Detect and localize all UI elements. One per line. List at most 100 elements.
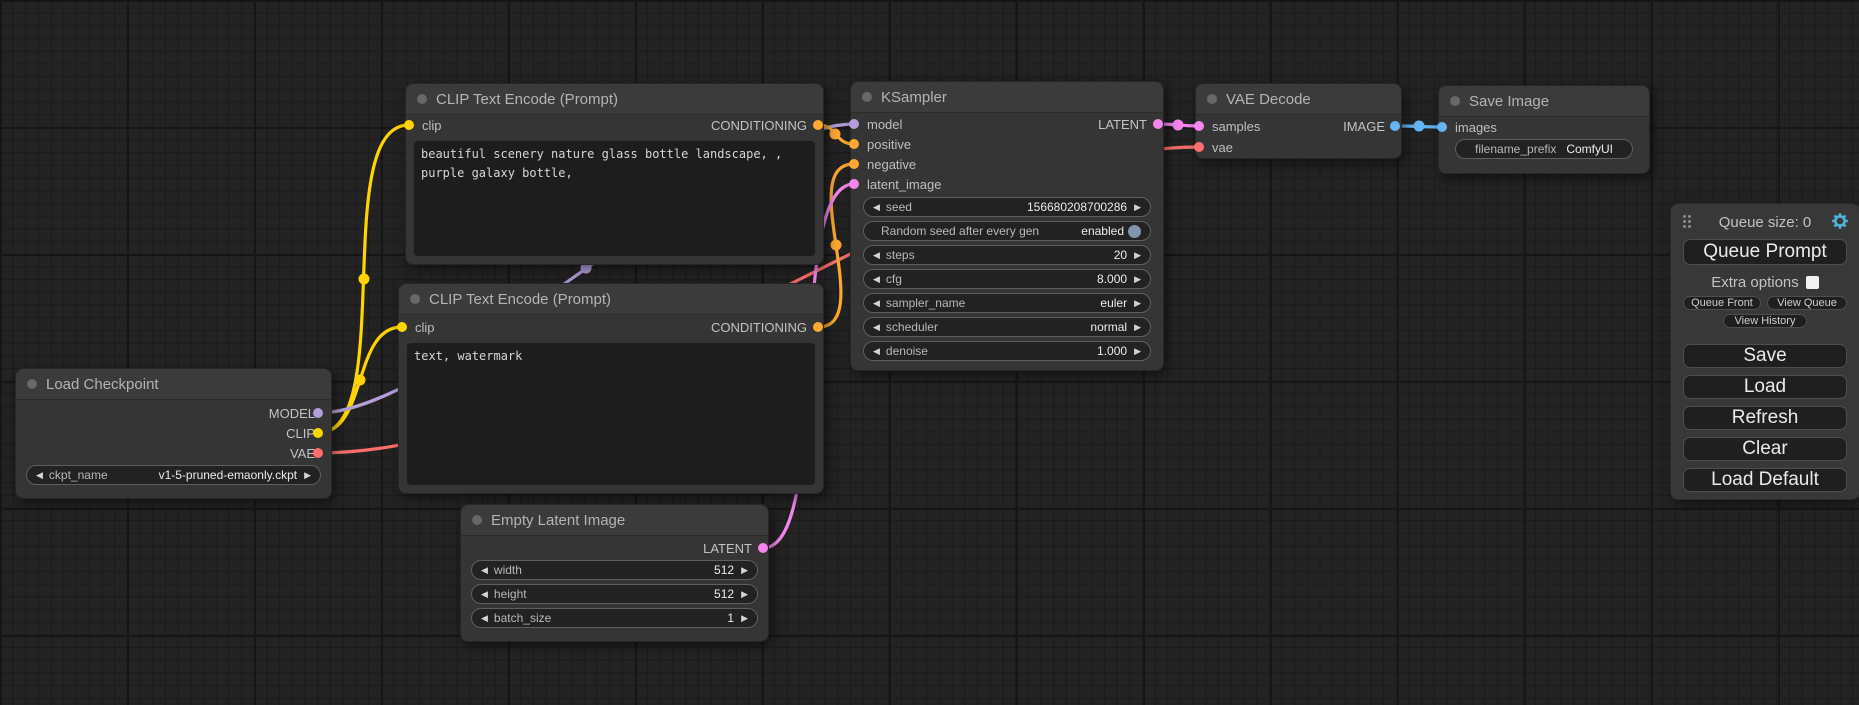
input-label-clip: clip — [415, 320, 435, 336]
output-label-conditioning: CONDITIONING — [711, 320, 807, 336]
decrement-arrow-icon[interactable]: ◀ — [36, 471, 43, 480]
widget-value: ComfyUI — [1566, 142, 1613, 156]
collapse-dot-icon[interactable] — [27, 379, 37, 389]
increment-arrow-icon[interactable]: ▶ — [1134, 299, 1141, 308]
input-label-positive: positive — [867, 137, 911, 153]
node-title: Load Checkpoint — [46, 376, 159, 393]
steps-widget[interactable]: ◀ steps 20 ▶ — [863, 245, 1151, 265]
ckpt-name-widget[interactable]: ◀ ckpt_name v1-5-pruned-emaonly.ckpt ▶ — [26, 465, 321, 485]
input-label-images: images — [1455, 120, 1497, 136]
load-button[interactable]: Load — [1683, 375, 1847, 399]
widget-value: enabled — [1081, 224, 1124, 238]
widget-label: height — [494, 587, 527, 601]
input-label-clip: clip — [422, 118, 442, 134]
decrement-arrow-icon[interactable]: ◀ — [481, 590, 488, 599]
node-title: CLIP Text Encode (Prompt) — [429, 291, 611, 308]
queue-front-button[interactable]: Queue Front — [1683, 296, 1761, 310]
view-history-button[interactable]: View History — [1723, 314, 1807, 328]
extra-options-checkbox[interactable] — [1806, 276, 1819, 289]
random-seed-toggle-widget[interactable]: Random seed after every gen enabled — [863, 221, 1151, 241]
decrement-arrow-icon[interactable]: ◀ — [873, 347, 880, 356]
node-titlebar[interactable]: CLIP Text Encode (Prompt) — [406, 84, 823, 115]
decrement-arrow-icon[interactable]: ◀ — [873, 203, 880, 212]
seed-widget[interactable]: ◀ seed 156680208700286 ▶ — [863, 197, 1151, 217]
widget-value: v1-5-pruned-emaonly.ckpt — [159, 468, 298, 482]
increment-arrow-icon[interactable]: ▶ — [1134, 275, 1141, 284]
node-titlebar[interactable]: Load Checkpoint — [16, 369, 331, 400]
widget-label: steps — [886, 248, 915, 262]
widget-value: 512 — [714, 563, 734, 577]
increment-arrow-icon[interactable]: ▶ — [741, 566, 748, 575]
collapse-dot-icon[interactable] — [1450, 96, 1460, 106]
height-widget[interactable]: ◀ height 512 ▶ — [471, 584, 758, 604]
node-load-checkpoint[interactable]: Load Checkpoint MODEL CLIP VAE ◀ ckpt_na… — [15, 368, 332, 499]
increment-arrow-icon[interactable]: ▶ — [1134, 347, 1141, 356]
node-vae-decode[interactable]: VAE Decode samples vae IMAGE — [1195, 83, 1402, 159]
collapse-dot-icon[interactable] — [862, 92, 872, 102]
widget-value: normal — [1090, 320, 1127, 334]
widget-label: batch_size — [494, 611, 551, 625]
decrement-arrow-icon[interactable]: ◀ — [873, 299, 880, 308]
collapse-dot-icon[interactable] — [1207, 94, 1217, 104]
save-button[interactable]: Save — [1683, 344, 1847, 368]
increment-arrow-icon[interactable]: ▶ — [1134, 203, 1141, 212]
decrement-arrow-icon[interactable]: ◀ — [873, 275, 880, 284]
scheduler-widget[interactable]: ◀ scheduler normal ▶ — [863, 317, 1151, 337]
increment-arrow-icon[interactable]: ▶ — [741, 614, 748, 623]
batch-size-widget[interactable]: ◀ batch_size 1 ▶ — [471, 608, 758, 628]
widget-value: 20 — [1114, 248, 1127, 262]
extra-options-label: Extra options — [1711, 274, 1799, 291]
load-default-button[interactable]: Load Default — [1683, 468, 1847, 492]
gear-icon[interactable] — [1831, 212, 1849, 230]
link-dot — [1414, 121, 1425, 132]
width-widget[interactable]: ◀ width 512 ▶ — [471, 560, 758, 580]
node-save-image[interactable]: Save Image images filename_prefix ComfyU… — [1438, 85, 1650, 174]
input-label-negative: negative — [867, 157, 916, 173]
clear-button[interactable]: Clear — [1683, 437, 1847, 461]
increment-arrow-icon[interactable]: ▶ — [1134, 323, 1141, 332]
prompt-textarea[interactable]: text, watermark — [407, 343, 815, 485]
node-clip-text-encode-positive[interactable]: CLIP Text Encode (Prompt) clip CONDITION… — [405, 83, 824, 265]
node-clip-text-encode-negative[interactable]: CLIP Text Encode (Prompt) clip CONDITION… — [398, 283, 824, 494]
toggle-circle-icon[interactable] — [1128, 225, 1141, 238]
increment-arrow-icon[interactable]: ▶ — [1134, 251, 1141, 260]
decrement-arrow-icon[interactable]: ◀ — [873, 323, 880, 332]
input-label-samples: samples — [1212, 119, 1260, 135]
node-graph-canvas[interactable]: Load Checkpoint MODEL CLIP VAE ◀ ckpt_na… — [0, 0, 1859, 705]
node-ksampler[interactable]: KSampler model positive negative latent_… — [850, 81, 1164, 371]
node-titlebar[interactable]: VAE Decode — [1196, 84, 1401, 115]
prompt-textarea[interactable]: beautiful scenery nature glass bottle la… — [414, 141, 815, 256]
collapse-dot-icon[interactable] — [472, 515, 482, 525]
collapse-dot-icon[interactable] — [417, 94, 427, 104]
output-label-model: MODEL — [269, 406, 315, 422]
node-empty-latent-image[interactable]: Empty Latent Image LATENT ◀ width 512 ▶ … — [460, 504, 769, 642]
collapse-dot-icon[interactable] — [410, 294, 420, 304]
node-title: Save Image — [1469, 93, 1549, 110]
output-label-vae: VAE — [290, 446, 315, 462]
view-queue-button[interactable]: View Queue — [1767, 296, 1847, 310]
increment-arrow-icon[interactable]: ▶ — [304, 471, 311, 480]
widget-label: cfg — [886, 272, 902, 286]
cfg-widget[interactable]: ◀ cfg 8.000 ▶ — [863, 269, 1151, 289]
node-titlebar[interactable]: Save Image — [1439, 86, 1649, 117]
queue-prompt-button[interactable]: Queue Prompt — [1683, 239, 1847, 265]
widget-value: euler — [1100, 296, 1127, 310]
widget-label: ckpt_name — [49, 468, 108, 482]
denoise-widget[interactable]: ◀ denoise 1.000 ▶ — [863, 341, 1151, 361]
input-label-vae: vae — [1212, 140, 1233, 156]
widget-value: 8.000 — [1097, 272, 1127, 286]
decrement-arrow-icon[interactable]: ◀ — [873, 251, 880, 260]
node-titlebar[interactable]: Empty Latent Image — [461, 505, 768, 536]
node-title: CLIP Text Encode (Prompt) — [436, 91, 618, 108]
refresh-button[interactable]: Refresh — [1683, 406, 1847, 430]
filename-prefix-widget[interactable]: filename_prefix ComfyUI — [1455, 139, 1633, 159]
node-titlebar[interactable]: KSampler — [851, 82, 1163, 113]
link-dot — [359, 274, 370, 285]
node-titlebar[interactable]: CLIP Text Encode (Prompt) — [399, 284, 823, 315]
increment-arrow-icon[interactable]: ▶ — [741, 590, 748, 599]
widget-value: 1 — [727, 611, 734, 625]
decrement-arrow-icon[interactable]: ◀ — [481, 566, 488, 575]
sampler-name-widget[interactable]: ◀ sampler_name euler ▶ — [863, 293, 1151, 313]
decrement-arrow-icon[interactable]: ◀ — [481, 614, 488, 623]
node-title: VAE Decode — [1226, 91, 1311, 108]
